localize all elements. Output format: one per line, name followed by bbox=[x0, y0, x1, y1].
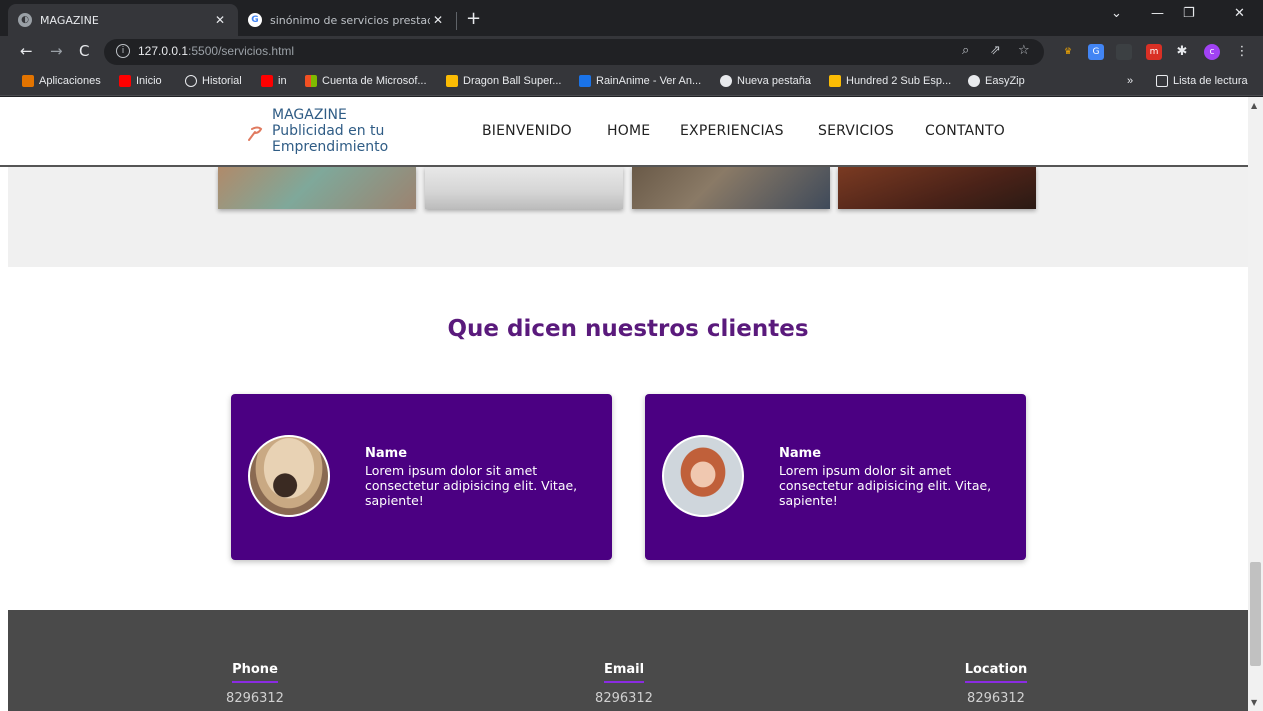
gallery-image bbox=[425, 167, 623, 209]
logo-text[interactable]: MAGAZINE Publicidad en tu Emprendimiento bbox=[272, 107, 388, 155]
scroll-up-arrow[interactable]: ▲ bbox=[1251, 101, 1257, 110]
bookmark-icon bbox=[829, 75, 841, 87]
gallery-image bbox=[838, 167, 1036, 209]
gallery-image bbox=[632, 167, 830, 209]
footer-location: Location 8296312 bbox=[958, 658, 1034, 706]
tab-separator bbox=[456, 12, 457, 30]
bookmark-rainanime[interactable]: RainAnime - Ver An... bbox=[579, 75, 701, 87]
testimonial-text: Lorem ipsum dolor sit amet consectetur a… bbox=[365, 463, 578, 508]
globe-icon: ◐ bbox=[18, 13, 32, 27]
apps-icon bbox=[22, 75, 34, 87]
youtube-icon bbox=[261, 75, 273, 87]
footer-value: 8296312 bbox=[226, 691, 284, 706]
youtube-icon bbox=[119, 75, 131, 87]
testimonial-name: Name bbox=[365, 446, 408, 461]
avatar bbox=[248, 435, 330, 517]
bookmark-historial[interactable]: Historial bbox=[185, 75, 242, 87]
testimonial-card: Name Lorem ipsum dolor sit amet consecte… bbox=[645, 394, 1026, 560]
footer-phone: Phone 8296312 bbox=[218, 658, 292, 706]
footer-value: 8296312 bbox=[967, 691, 1025, 706]
footer-email: Email 8296312 bbox=[586, 658, 662, 706]
bookmark-icon bbox=[446, 75, 458, 87]
bookmark-hundred[interactable]: Hundred 2 Sub Esp... bbox=[829, 75, 951, 87]
avatar bbox=[662, 435, 744, 517]
close-tab-icon[interactable]: ✕ bbox=[212, 13, 228, 27]
close-tab-icon[interactable]: ✕ bbox=[430, 13, 446, 27]
address-bar[interactable]: i 127.0.0.1:5500/servicios.html ⌕ ⇗ ☆ bbox=[104, 39, 1044, 65]
url-text: 127.0.0.1:5500/servicios.html bbox=[138, 44, 295, 58]
footer-heading: Location bbox=[964, 662, 1028, 683]
microsoft-icon bbox=[305, 75, 317, 87]
globe-icon bbox=[968, 75, 980, 87]
bookmark-inicio[interactable]: Inicio bbox=[119, 75, 162, 87]
tab-magazine[interactable]: ◐ MAGAZINE ✕ bbox=[8, 4, 238, 36]
services-gallery bbox=[8, 167, 1248, 267]
page-viewport: MAGAZINE Publicidad en tu Emprendimiento… bbox=[0, 97, 1248, 711]
page-scrollbar[interactable]: ▲ ▼ bbox=[1248, 97, 1263, 711]
restore-button[interactable]: ❐ bbox=[1183, 6, 1195, 21]
gallery-image bbox=[218, 167, 416, 209]
bookmark-dragon-ball[interactable]: Dragon Ball Super... bbox=[446, 75, 561, 87]
new-tab-button[interactable]: + bbox=[466, 8, 481, 29]
scrollbar-thumb[interactable] bbox=[1250, 562, 1261, 666]
translate-extension-icon[interactable]: G bbox=[1088, 44, 1104, 60]
menu-kebab-icon[interactable]: ⋮ bbox=[1234, 44, 1250, 60]
tab-google-search[interactable]: G sinónimo de servicios prestados ✕ bbox=[238, 4, 456, 36]
browser-toolbar: ← → C i 127.0.0.1:5500/servicios.html ⌕ … bbox=[0, 36, 1263, 68]
history-icon bbox=[185, 75, 197, 87]
crown-extension-icon[interactable]: ♛ bbox=[1060, 44, 1076, 60]
google-icon: G bbox=[248, 13, 262, 27]
extensions-puzzle-icon[interactable]: ✱ bbox=[1174, 44, 1190, 60]
testimonial-card: Name Lorem ipsum dolor sit amet consecte… bbox=[231, 394, 612, 560]
extension-icon[interactable] bbox=[1116, 44, 1132, 60]
reading-list-button[interactable]: Lista de lectura bbox=[1156, 75, 1248, 87]
minimize-button[interactable]: — bbox=[1151, 6, 1164, 21]
close-window-button[interactable]: ✕ bbox=[1234, 6, 1245, 21]
reload-button[interactable]: C bbox=[79, 42, 89, 60]
logo-icon bbox=[248, 126, 263, 141]
footer-heading: Phone bbox=[232, 662, 278, 683]
profile-avatar[interactable]: c bbox=[1204, 44, 1220, 60]
testimonials-title: Que dicen nuestros clientes bbox=[447, 316, 809, 342]
tab-title: sinónimo de servicios prestados bbox=[270, 13, 430, 27]
back-button[interactable]: ← bbox=[20, 42, 33, 60]
more-bookmarks-icon[interactable]: » bbox=[1127, 75, 1133, 87]
forward-button[interactable]: → bbox=[50, 42, 63, 60]
bookmark-microsoft[interactable]: Cuenta de Microsof... bbox=[305, 75, 427, 87]
testimonial-text: Lorem ipsum dolor sit amet consectetur a… bbox=[779, 463, 992, 508]
nav-contanto[interactable]: CONTANTO bbox=[925, 123, 1005, 139]
bookmark-nueva-pestana[interactable]: Nueva pestaña bbox=[720, 75, 811, 87]
tab-title: MAGAZINE bbox=[40, 13, 99, 27]
ra-icon bbox=[579, 75, 591, 87]
testimonial-name: Name bbox=[779, 446, 822, 461]
tab-search-icon[interactable]: ⌄ bbox=[1111, 6, 1122, 21]
scroll-down-arrow[interactable]: ▼ bbox=[1251, 698, 1257, 707]
globe-icon bbox=[720, 75, 732, 87]
reading-list-icon bbox=[1156, 75, 1168, 87]
site-info-icon[interactable]: i bbox=[116, 44, 130, 58]
mega-extension-icon[interactable]: m bbox=[1146, 44, 1162, 60]
nav-bienvenido[interactable]: BIENVENIDO bbox=[482, 123, 572, 139]
bookmark-easyzip[interactable]: EasyZip bbox=[968, 75, 1025, 87]
nav-servicios[interactable]: SERVICIOS bbox=[818, 123, 894, 139]
bookmark-star-icon[interactable]: ☆ bbox=[1018, 43, 1030, 58]
bookmarks-bar: Aplicaciones Inicio Historial in Cuenta … bbox=[0, 68, 1263, 96]
share-icon[interactable]: ⇗ bbox=[990, 43, 1001, 58]
site-header: MAGAZINE Publicidad en tu Emprendimiento… bbox=[0, 97, 1248, 167]
zoom-icon[interactable]: ⌕ bbox=[962, 43, 969, 58]
nav-experiencias[interactable]: EXPERIENCIAS bbox=[680, 123, 784, 139]
footer-value: 8296312 bbox=[595, 691, 653, 706]
footer-heading: Email bbox=[603, 662, 645, 683]
browser-tab-bar: ◐ MAGAZINE ✕ G sinónimo de servicios pre… bbox=[0, 0, 1263, 36]
site-footer: Phone 8296312 Email 8296312 Location 829… bbox=[8, 610, 1248, 711]
bookmark-in[interactable]: in bbox=[261, 75, 287, 87]
nav-home[interactable]: HOME bbox=[607, 123, 650, 139]
bookmark-aplicaciones[interactable]: Aplicaciones bbox=[22, 75, 101, 87]
